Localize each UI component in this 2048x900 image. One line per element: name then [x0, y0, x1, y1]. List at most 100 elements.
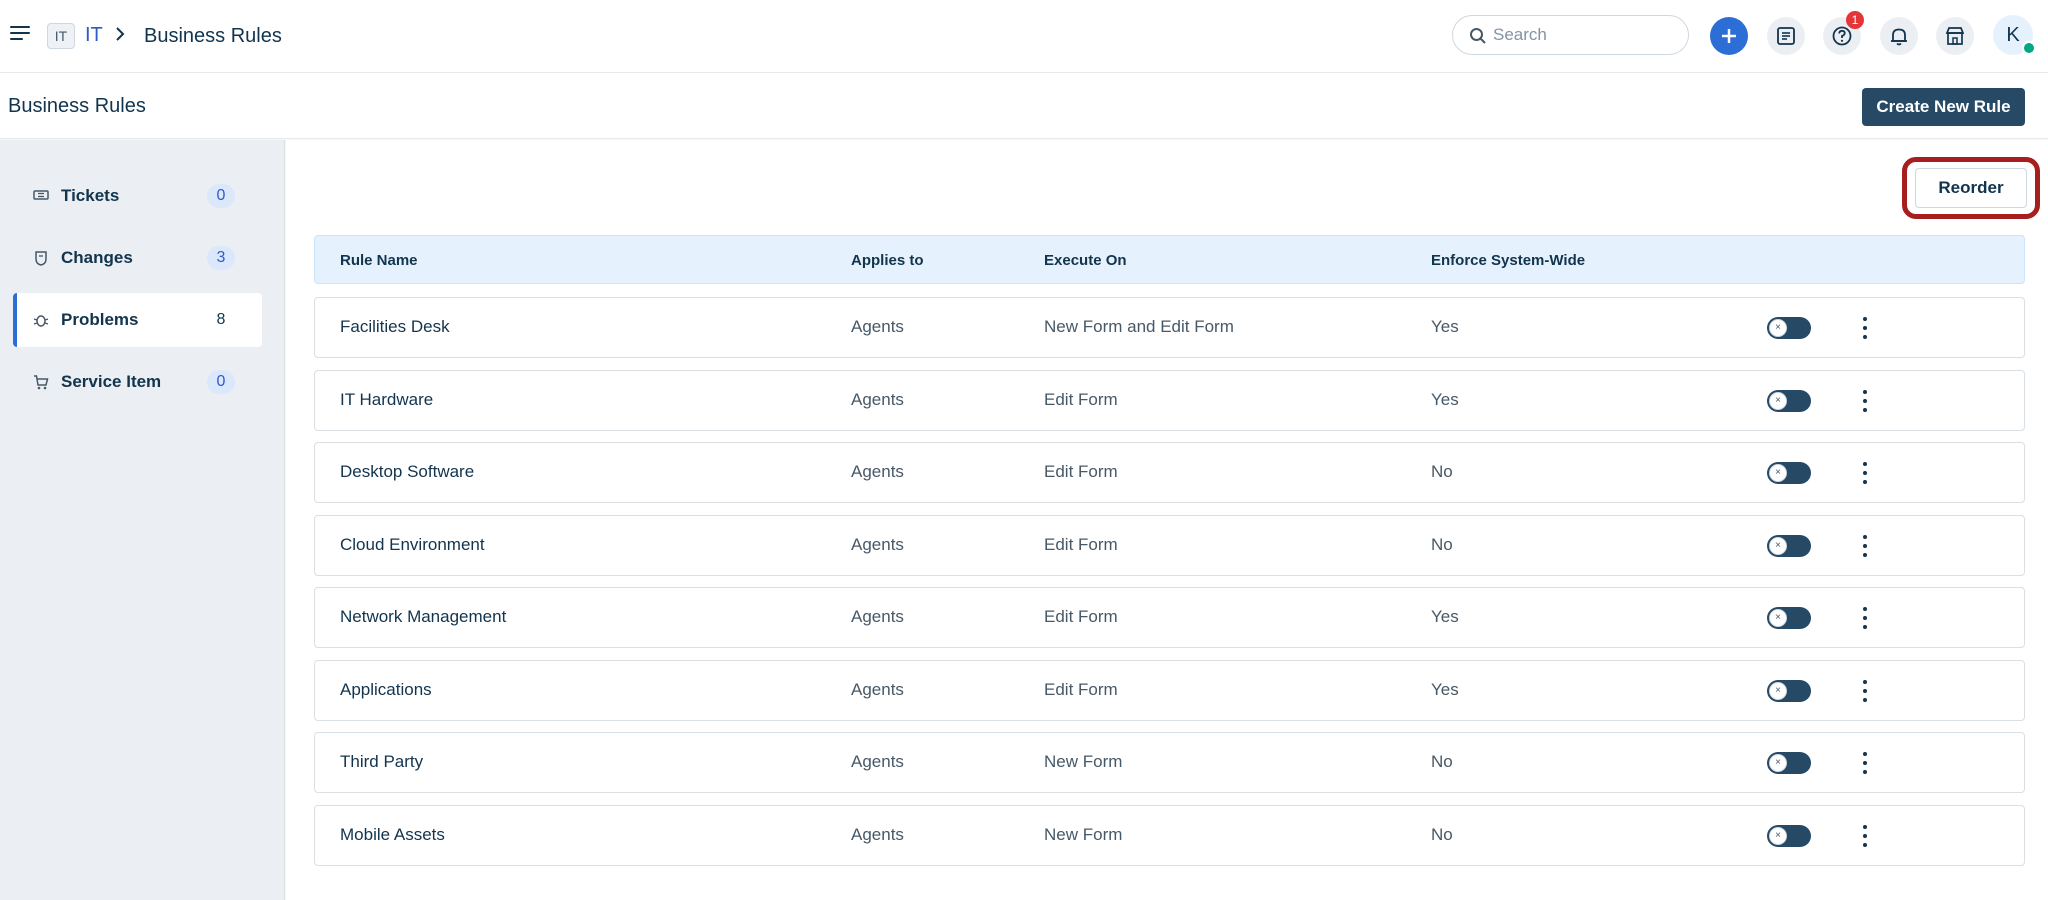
catalog-button[interactable]: [1767, 17, 1805, 55]
more-options-icon[interactable]: [1860, 314, 1870, 342]
rule-enforce: Yes: [1431, 317, 1459, 336]
column-header-enforce-system-wide: Enforce System-Wide: [1431, 252, 1586, 269]
apps-store-button[interactable]: [1936, 17, 1974, 55]
reorder-highlight: Reorder: [1902, 157, 2040, 219]
rule-enforce: No: [1431, 824, 1453, 844]
rule-enforce: No: [1431, 752, 1453, 771]
table-header: Rule Name Applies to Execute On Enforce …: [314, 235, 2025, 284]
catalog-icon: [1777, 27, 1795, 45]
search-box[interactable]: [1452, 15, 1689, 55]
rule-execute-on: New Form: [1044, 752, 1123, 771]
rule-name[interactable]: Cloud Environment: [340, 535, 485, 555]
more-options-icon[interactable]: [1860, 677, 1870, 705]
rule-execute-on: Edit Form: [1044, 534, 1118, 554]
rule-active-toggle[interactable]: ×: [1767, 389, 1811, 412]
rule-name[interactable]: Facilities Desk: [340, 317, 450, 337]
table-row[interactable]: Cloud Environment Agents Edit Form No ×: [314, 514, 2025, 576]
table-row[interactable]: IT Hardware Agents Edit Form Yes ×: [314, 369, 2025, 431]
toggle-off-icon: ×: [1769, 464, 1787, 482]
bell-icon: [1891, 28, 1907, 46]
reorder-button[interactable]: Reorder: [1915, 168, 2027, 208]
rule-active-toggle[interactable]: ×: [1767, 462, 1811, 484]
rule-enforce: Yes: [1431, 607, 1459, 626]
sidebar-item-label: Tickets: [61, 186, 120, 205]
service-item-icon: [33, 374, 49, 395]
workspace-link[interactable]: IT: [85, 24, 103, 47]
search-input[interactable]: [1493, 25, 1673, 45]
rule-applies-to: Agents: [851, 389, 904, 409]
rule-active-toggle[interactable]: ×: [1767, 317, 1811, 339]
table-row[interactable]: Third Party Agents New Form No ×: [314, 732, 2025, 793]
rule-execute-on: New Form and Edit Form: [1044, 317, 1234, 336]
rule-name[interactable]: Desktop Software: [340, 462, 474, 482]
problem-icon: [33, 312, 49, 333]
rule-applies-to: Agents: [851, 607, 904, 626]
more-options-icon[interactable]: [1860, 459, 1870, 487]
create-new-rule-button[interactable]: Create New Rule: [1862, 88, 2025, 126]
sidebar-item-changes[interactable]: Changes 3: [13, 231, 262, 285]
rule-execute-on: Edit Form: [1044, 607, 1118, 626]
hamburger-menu-icon[interactable]: [10, 24, 32, 42]
table-row[interactable]: Applications Agents Edit Form Yes ×: [314, 659, 2025, 721]
notifications-button[interactable]: [1880, 17, 1918, 55]
rule-name[interactable]: Third Party: [340, 752, 423, 772]
sidebar-item-count: 0: [207, 184, 235, 208]
rule-name[interactable]: Applications: [340, 680, 432, 700]
rule-execute-on: New Form: [1044, 824, 1123, 844]
sidebar-item-count: 8: [216, 311, 226, 328]
module-sidebar: Tickets 0 Changes 3 Problems 8 Service I…: [0, 140, 285, 900]
more-options-icon[interactable]: [1860, 822, 1870, 850]
more-options-icon[interactable]: [1860, 532, 1870, 560]
rules-panel: Reorder Rule Name Applies to Execute On …: [286, 140, 2048, 900]
more-options-icon[interactable]: [1860, 749, 1870, 777]
column-header-execute-on: Execute On: [1044, 252, 1127, 269]
more-options-icon[interactable]: [1860, 604, 1870, 632]
table-row[interactable]: Facilities Desk Agents New Form and Edit…: [314, 297, 2025, 358]
page-header: Business Rules Create New Rule: [0, 73, 2048, 139]
sidebar-item-problems[interactable]: Problems 8: [13, 293, 262, 347]
add-new-button[interactable]: [1710, 17, 1748, 55]
rule-enforce: Yes: [1431, 389, 1459, 409]
toggle-off-icon: ×: [1769, 609, 1787, 627]
rule-execute-on: Edit Form: [1044, 462, 1118, 481]
rule-applies-to: Agents: [851, 534, 904, 554]
rule-active-toggle[interactable]: ×: [1767, 534, 1811, 557]
rule-enforce: No: [1431, 534, 1453, 554]
sidebar-item-tickets[interactable]: Tickets 0: [13, 169, 262, 223]
workspace-badge[interactable]: IT: [47, 23, 75, 49]
table-row[interactable]: Desktop Software Agents Edit Form No ×: [314, 442, 2025, 503]
rule-name[interactable]: Network Management: [340, 607, 506, 627]
sidebar-item-count: 3: [207, 246, 235, 270]
column-header-applies-to: Applies to: [851, 252, 924, 269]
chevron-right-icon: [114, 25, 126, 48]
rules-list: Facilities Desk Agents New Form and Edit…: [314, 297, 2025, 877]
plus-icon: [1722, 29, 1736, 43]
rule-active-toggle[interactable]: ×: [1767, 824, 1811, 847]
toggle-off-icon: ×: [1769, 826, 1787, 845]
sidebar-item-service-item[interactable]: Service Item 0: [13, 355, 262, 409]
toggle-off-icon: ×: [1769, 681, 1787, 700]
online-status-indicator: [2022, 41, 2036, 55]
sidebar-item-count: 0: [207, 370, 235, 394]
rule-execute-on: Edit Form: [1044, 389, 1118, 409]
sidebar-item-label: Problems: [61, 310, 139, 329]
more-options-icon[interactable]: [1860, 387, 1870, 415]
toggle-off-icon: ×: [1769, 536, 1787, 555]
notification-count-badge: 1: [1846, 11, 1864, 29]
rule-enforce: Yes: [1431, 679, 1459, 699]
rule-active-toggle[interactable]: ×: [1767, 679, 1811, 702]
table-row[interactable]: Mobile Assets Agents New Form No ×: [314, 804, 2025, 866]
rule-enforce: No: [1431, 462, 1453, 481]
ticket-icon: [33, 188, 49, 207]
toggle-off-icon: ×: [1769, 319, 1787, 337]
rule-active-toggle[interactable]: ×: [1767, 607, 1811, 629]
help-icon: [1832, 26, 1852, 46]
rule-execute-on: Edit Form: [1044, 679, 1118, 699]
top-bar: IT IT Business Rules 1 K: [0, 0, 2048, 73]
rule-name[interactable]: IT Hardware: [340, 390, 433, 410]
rule-applies-to: Agents: [851, 752, 904, 771]
toggle-off-icon: ×: [1769, 391, 1787, 410]
rule-name[interactable]: Mobile Assets: [340, 825, 445, 845]
table-row[interactable]: Network Management Agents Edit Form Yes …: [314, 587, 2025, 648]
rule-active-toggle[interactable]: ×: [1767, 752, 1811, 774]
